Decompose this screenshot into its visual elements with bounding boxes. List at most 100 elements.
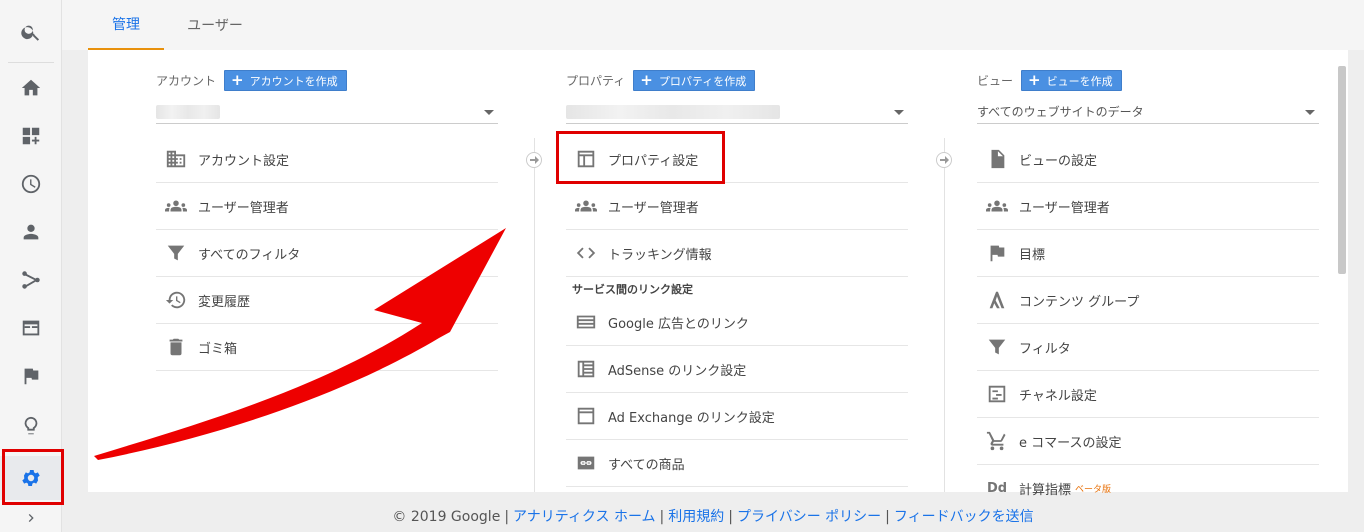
expand-icon[interactable] <box>0 504 62 532</box>
goals-item[interactable]: 目標 <box>977 230 1319 277</box>
ecommerce-settings-item[interactable]: e コマースの設定 <box>977 418 1319 465</box>
code-icon <box>574 241 598 265</box>
create-account-button[interactable]: + アカウントを作成 <box>224 70 347 91</box>
calculated-metrics-label: 計算指標 <box>1019 483 1072 498</box>
google-ads-icon <box>574 310 598 334</box>
ad-exchange-link-label: Ad Exchange のリンク設定 <box>608 410 775 426</box>
chevron-down-icon <box>894 110 904 115</box>
lightbulb-icon[interactable] <box>0 406 62 446</box>
clock-icon[interactable] <box>0 164 62 204</box>
plus-icon: + <box>640 71 653 89</box>
property-user-management-item[interactable]: ユーザー管理者 <box>566 183 908 230</box>
view-user-management-item[interactable]: ユーザー管理者 <box>977 183 1319 230</box>
content-group-icon <box>985 288 1009 312</box>
column-divider <box>534 138 535 492</box>
left-nav-rail <box>0 0 64 532</box>
all-products-item[interactable]: すべての商品 <box>566 440 908 487</box>
flag-icon <box>985 241 1009 265</box>
view-filters-item[interactable]: フィルタ <box>977 324 1319 371</box>
property-menu: プロパティ設定 ユーザー管理者 トラッキング情報 サービス間のリンク設定 Goo… <box>566 136 908 487</box>
account-settings-label: アカウント設定 <box>198 153 290 169</box>
privacy-policy-link[interactable]: プライバシー ポリシー <box>737 509 881 525</box>
create-view-button[interactable]: + ビューを作成 <box>1021 70 1122 91</box>
people-icon <box>985 194 1009 218</box>
footer: © 2019 Google | アナリティクス ホーム | 利用規約 | プライバシー ポリ… <box>62 506 1364 526</box>
create-property-button[interactable]: + プロパティを作成 <box>633 70 756 91</box>
analytics-home-link[interactable]: アナリティクス ホーム <box>513 509 656 525</box>
channel-settings-item[interactable]: チャネル設定 <box>977 371 1319 418</box>
calculated-metrics-item[interactable]: Dd 計算指標 ベータ版 <box>977 465 1319 512</box>
ad-exchange-icon <box>574 404 598 428</box>
tracking-info-label: トラッキング情報 <box>608 247 712 263</box>
view-label: ビュー <box>977 74 1014 88</box>
google-ads-link-item[interactable]: Google 広告とのリンク <box>566 299 908 346</box>
view-settings-item[interactable]: ビューの設定 <box>977 136 1319 183</box>
gear-highlight-box <box>2 449 64 505</box>
scrollbar-thumb[interactable] <box>1338 66 1346 274</box>
chevron-down-icon <box>1305 110 1315 115</box>
ecommerce-settings-label: e コマースの設定 <box>1019 435 1122 451</box>
building-icon <box>164 147 188 171</box>
property-label: プロパティ <box>566 74 626 88</box>
home-icon[interactable] <box>0 68 62 108</box>
link-icon <box>574 451 598 475</box>
account-name-redacted <box>156 104 220 119</box>
beta-badge: ベータ版 <box>1075 485 1112 495</box>
channel-settings-label: チャネル設定 <box>1019 388 1097 404</box>
dashboard-icon[interactable] <box>0 116 62 156</box>
view-header: ビュー + ビューを作成 <box>977 70 1122 91</box>
footer-separator: | <box>728 509 733 525</box>
terms-link[interactable]: 利用規約 <box>668 509 724 525</box>
account-label: アカウント <box>156 74 217 88</box>
property-selector[interactable] <box>566 100 908 124</box>
tab-user[interactable]: ユーザー <box>174 0 256 50</box>
create-account-label: アカウントを作成 <box>249 74 338 88</box>
create-view-label: ビューを作成 <box>1046 74 1113 88</box>
ad-exchange-link-item[interactable]: Ad Exchange のリンク設定 <box>566 393 908 440</box>
annotation-arrow-icon <box>94 228 506 460</box>
adsense-link-item[interactable]: AdSense のリンク設定 <box>566 346 908 393</box>
channel-icon <box>985 382 1009 406</box>
tab-admin[interactable]: 管理 <box>88 0 164 50</box>
acquisition-icon[interactable] <box>0 260 62 300</box>
google-ads-link-label: Google 広告とのリンク <box>608 316 749 332</box>
plus-icon: + <box>231 71 244 89</box>
flag-icon[interactable] <box>0 356 62 396</box>
property-name-redacted <box>566 104 780 119</box>
create-property-label: プロパティを作成 <box>658 74 747 88</box>
property-settings-highlight-box <box>556 131 725 184</box>
arrow-right-icon <box>526 152 542 168</box>
arrow-right-icon <box>936 152 952 168</box>
content-grouping-item[interactable]: コンテンツ グループ <box>977 277 1319 324</box>
account-selector[interactable] <box>156 100 498 124</box>
filter-icon <box>985 335 1009 359</box>
account-user-management-item[interactable]: ユーザー管理者 <box>156 183 498 230</box>
view-selected-value: すべてのウェブサイトのデータ <box>977 105 1144 119</box>
tracking-info-item[interactable]: トラッキング情報 <box>566 230 908 277</box>
people-icon <box>574 194 598 218</box>
view-menu: ビューの設定 ユーザー管理者 目標 コンテンツ グループ フィルタ チャネル設定 <box>977 136 1319 512</box>
document-icon <box>985 147 1009 171</box>
footer-separator: | <box>504 509 510 525</box>
search-icon[interactable] <box>0 12 62 52</box>
person-icon[interactable] <box>0 212 62 252</box>
view-filters-label: フィルタ <box>1019 341 1071 357</box>
send-feedback-link[interactable]: フィードバックを送信 <box>894 509 1034 525</box>
goals-label: 目標 <box>1019 247 1046 263</box>
footer-separator: | <box>885 509 890 525</box>
copyright-text: © 2019 Google <box>392 509 501 525</box>
property-header: プロパティ + プロパティを作成 <box>566 70 756 91</box>
adsense-icon <box>574 357 598 381</box>
view-selector[interactable]: すべてのウェブサイトのデータ <box>977 100 1319 124</box>
link-settings-section-title: サービス間のリンク設定 <box>572 283 693 296</box>
adsense-link-label: AdSense のリンク設定 <box>608 363 747 379</box>
behavior-icon[interactable] <box>0 308 62 348</box>
account-header: アカウント + アカウントを作成 <box>156 70 347 91</box>
account-settings-item[interactable]: アカウント設定 <box>156 136 498 183</box>
property-user-management-label: ユーザー管理者 <box>608 200 699 216</box>
chevron-down-icon <box>484 110 494 115</box>
people-icon <box>164 194 188 218</box>
calculated-metrics-icon: Dd <box>986 481 1008 496</box>
view-settings-label: ビューの設定 <box>1019 153 1098 169</box>
column-divider <box>944 138 945 492</box>
